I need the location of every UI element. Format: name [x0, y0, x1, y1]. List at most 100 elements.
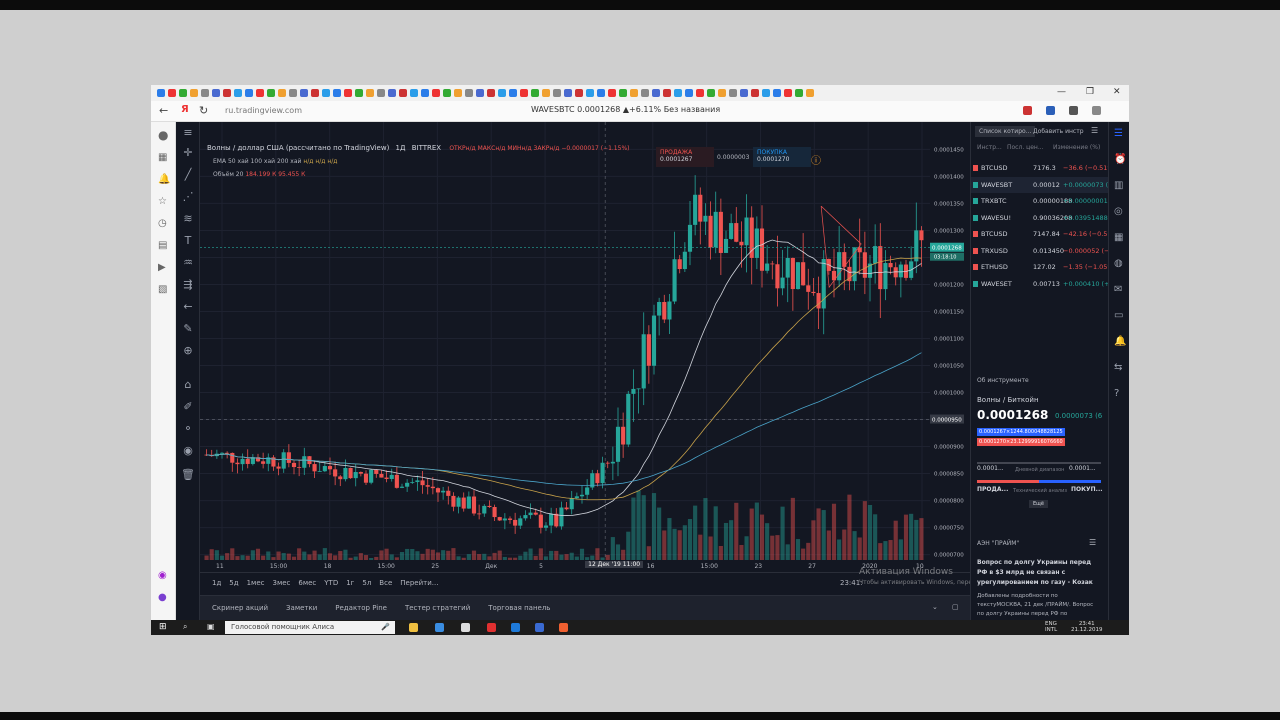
bookmark-icon[interactable]: [696, 89, 704, 97]
trendline-icon[interactable]: ╱: [181, 168, 195, 181]
bookmark-icon[interactable]: [641, 89, 649, 97]
ideas-icon[interactable]: ◍: [1114, 258, 1123, 269]
bookmark-icon[interactable]: [773, 89, 781, 97]
notifications-icon[interactable]: 🔔: [1114, 336, 1126, 347]
watchlist-row[interactable]: ETHUSD 127.02 −1.35 (−1.05%): [971, 259, 1116, 275]
trash-icon[interactable]: 🗑: [181, 468, 195, 481]
bookmark-icon[interactable]: [245, 89, 253, 97]
news-menu-icon[interactable]: ☰: [1089, 538, 1096, 547]
maximize-panel-icon[interactable]: ▢: [952, 603, 959, 611]
bookmark-icon[interactable]: [377, 89, 385, 97]
star-icon[interactable]: ☆: [158, 196, 167, 207]
menu-icon[interactable]: ≡: [181, 126, 195, 139]
bookmark-icon[interactable]: [190, 89, 198, 97]
watchlist-row[interactable]: BTCUSD 7147.84 −42.16 (−0.59%): [971, 226, 1120, 242]
flag-icon[interactable]: [973, 214, 978, 221]
range-button[interactable]: 1д: [212, 579, 221, 587]
video-icon[interactable]: ▶: [158, 262, 166, 273]
bookmark-icon[interactable]: [564, 89, 572, 97]
collapse-icon[interactable]: ⌄: [932, 603, 938, 611]
bell-icon[interactable]: 🔔: [158, 174, 170, 185]
col-symbol[interactable]: Инстр...: [977, 144, 1002, 151]
range-button[interactable]: 3мес: [272, 579, 290, 587]
watchlist-row[interactable]: BTCUSD 7176.3 −36.6 (−0.51%): [971, 160, 1116, 176]
panel-tab[interactable]: Торговая панель: [488, 604, 550, 612]
bookmark-icon[interactable]: [652, 89, 660, 97]
bookmark-icon[interactable]: [212, 89, 220, 97]
news1-title[interactable]: Вопрос по долгу Украины перед РФ в $3 мл…: [977, 558, 1101, 588]
menu-icon[interactable]: [1092, 106, 1101, 115]
flag-icon[interactable]: [973, 280, 978, 287]
chat-icon[interactable]: ✉: [1114, 284, 1122, 295]
flag-icon[interactable]: [973, 198, 978, 204]
bookmark-icon[interactable]: [553, 89, 561, 97]
range-button[interactable]: 1г: [346, 579, 354, 587]
bookmark-icon[interactable]: [608, 89, 616, 97]
windows-start-icon[interactable]: ⊞: [159, 622, 167, 632]
store-icon[interactable]: [435, 623, 444, 632]
bookmark-icon[interactable]: [443, 89, 451, 97]
range-button[interactable]: Перейти...: [400, 579, 438, 587]
brave-icon[interactable]: [559, 623, 568, 632]
bookmark-icon[interactable]: [410, 89, 418, 97]
pattern-icon[interactable]: ≋: [181, 212, 195, 225]
bookmark-icon[interactable]: [1023, 106, 1032, 115]
bookmark-icon[interactable]: [597, 89, 605, 97]
bookmark-icon[interactable]: [520, 89, 528, 97]
bookmark-icon[interactable]: [157, 89, 165, 97]
mail-icon[interactable]: [461, 623, 470, 632]
bookmark-icon[interactable]: [366, 89, 374, 97]
bookmark-icon[interactable]: [740, 89, 748, 97]
history-icon[interactable]: ◷: [158, 218, 167, 229]
bookmark-icon[interactable]: [454, 89, 462, 97]
bookmark-icon[interactable]: [421, 89, 429, 97]
bookmark-icon[interactable]: [278, 89, 286, 97]
url-field[interactable]: ru.tradingview.com: [213, 103, 363, 119]
bookmark-icon[interactable]: [586, 89, 594, 97]
streams-icon[interactable]: ▭: [1114, 310, 1123, 321]
text-icon[interactable]: T: [181, 234, 195, 247]
bookmark-icon[interactable]: [542, 89, 550, 97]
bookmark-icon[interactable]: [531, 89, 539, 97]
collections-icon[interactable]: ▤: [158, 240, 167, 251]
extension-icon[interactable]: [1046, 106, 1055, 115]
pencil-icon[interactable]: ✐: [181, 400, 195, 413]
bookmark-icon[interactable]: [784, 89, 792, 97]
downloads-icon[interactable]: [1069, 106, 1078, 115]
range-button[interactable]: 5л: [362, 579, 371, 587]
assistant-icon[interactable]: ●: [158, 592, 167, 603]
bookmark-icon[interactable]: [267, 89, 275, 97]
panel-tab[interactable]: Тестер стратегий: [405, 604, 470, 612]
edge-icon[interactable]: [511, 623, 520, 632]
forecast-icon[interactable]: ⇶: [181, 278, 195, 291]
panel-tab[interactable]: Заметки: [286, 604, 317, 612]
bookmark-icon[interactable]: [256, 89, 264, 97]
order-panel-icon[interactable]: ⇆: [1114, 362, 1122, 373]
bookmark-icon[interactable]: [751, 89, 759, 97]
bookmark-icon[interactable]: [795, 89, 803, 97]
app-icon[interactable]: [535, 623, 544, 632]
minimize-button[interactable]: —: [1057, 87, 1066, 97]
bookmark-icon[interactable]: [476, 89, 484, 97]
bookmark-icon[interactable]: [509, 89, 517, 97]
bookmark-icon[interactable]: [432, 89, 440, 97]
yandex-browser-icon[interactable]: [487, 623, 496, 632]
bookmark-icon[interactable]: [179, 89, 187, 97]
watchlist-row[interactable]: WAVESET 0.00713 +0.000410 (+6.10%: [971, 276, 1129, 292]
microphone-icon[interactable]: 🎤: [381, 621, 390, 634]
bookmark-icon[interactable]: [718, 89, 726, 97]
help-icon[interactable]: ?: [1114, 388, 1119, 399]
calendar-icon[interactable]: ▦: [1114, 232, 1123, 243]
arrow-icon[interactable]: ←: [181, 300, 195, 313]
notes-icon[interactable]: ▧: [158, 284, 167, 295]
bookmark-icon[interactable]: [399, 89, 407, 97]
alice-icon[interactable]: ◉: [158, 570, 167, 581]
fib-icon[interactable]: ⋰: [181, 190, 195, 203]
back-icon[interactable]: ←: [159, 104, 168, 117]
bookmark-icon[interactable]: [300, 89, 308, 97]
sell-button[interactable]: ПРОДАЖА 0.0001267: [656, 147, 714, 167]
col-change[interactable]: Изменение (%): [1053, 144, 1100, 151]
bookmark-icon[interactable]: [234, 89, 242, 97]
eye-icon[interactable]: ◉: [181, 444, 195, 457]
yandex-icon[interactable]: Я: [181, 104, 189, 115]
